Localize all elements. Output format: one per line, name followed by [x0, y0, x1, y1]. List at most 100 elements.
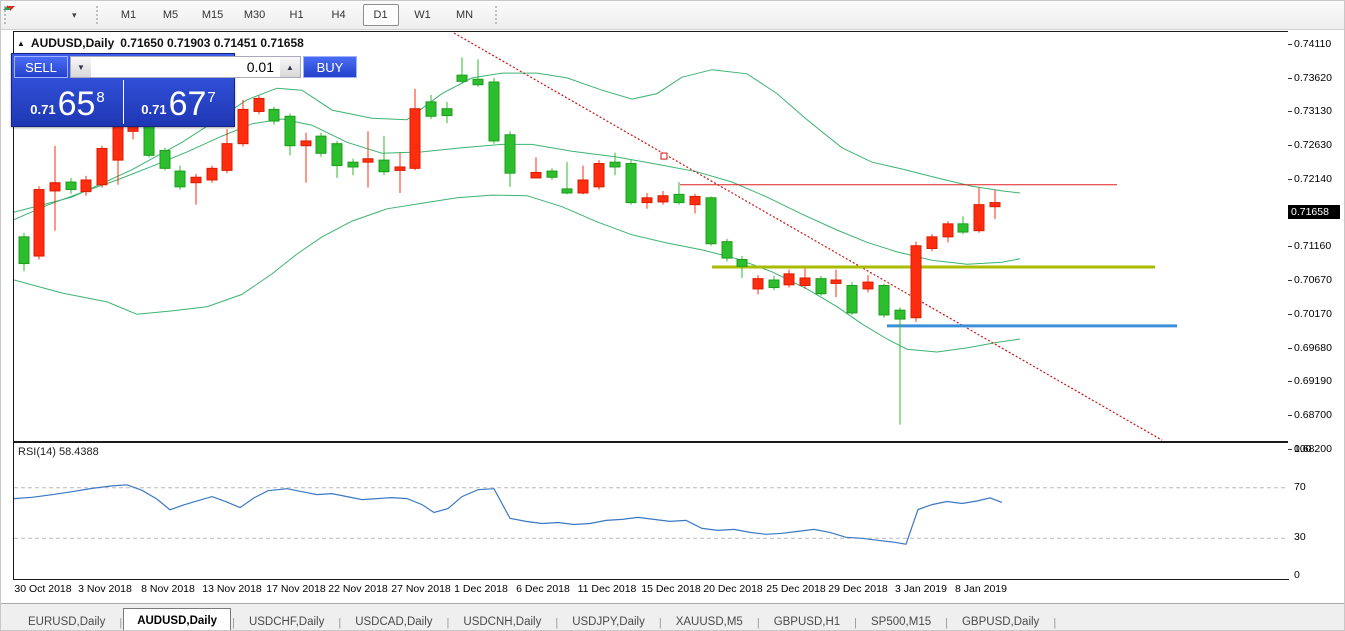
date-label: 3 Jan 2019 [895, 583, 947, 595]
sell-price-point: 8 [96, 89, 105, 106]
candle-body-up [721, 241, 733, 259]
price-axis-label: 0.69680 [1288, 341, 1332, 354]
chart-symbol-label: AUDUSD,Daily [30, 36, 115, 50]
date-label: 27 Nov 2018 [391, 583, 451, 595]
price-axis[interactable]: 0.74110 0.73620 0.73130 0.72630 0.72140 0.711… [1287, 31, 1344, 581]
chart-tab-eurusd[interactable]: EURUSD,Daily [15, 611, 118, 630]
date-label: 22 Nov 2018 [328, 583, 388, 595]
candle-body-up [159, 150, 171, 169]
candle-body-down [206, 167, 218, 181]
sell-button[interactable]: SELL [14, 56, 68, 78]
trendline-handle[interactable] [660, 152, 668, 160]
volume-decrease-button[interactable]: ▼ [71, 57, 91, 77]
candle-body-down [409, 108, 421, 169]
price-axis-label: 0.70670 [1288, 273, 1332, 286]
candle-body-down [96, 147, 108, 186]
price-axis-label: 0.72630 [1288, 139, 1332, 152]
sell-price[interactable]: 0.71 65 8 [12, 80, 123, 124]
buy-price-point: 7 [207, 89, 216, 106]
timeframe-button-m30[interactable]: M30 [237, 4, 273, 26]
timeframe-button-m1[interactable]: M1 [111, 4, 147, 26]
price-axis-label: 0.73130 [1288, 105, 1332, 118]
rsi-axis-label: 70 [1294, 480, 1306, 493]
timeframe-button-d1[interactable]: D1 [362, 4, 399, 26]
chevron-down-icon[interactable]: ▾ [72, 10, 77, 21]
chart-tab-usdjpy[interactable]: USDJPY,Daily [559, 611, 658, 630]
rsi-chart-svg[interactable] [14, 443, 1288, 579]
candle-body-down [112, 124, 124, 161]
timeframe-button-m5[interactable]: M5 [153, 4, 189, 26]
volume-input[interactable] [91, 57, 280, 77]
one-click-trade-panel: SELL ▼ ▲ BUY 0.71 65 8 0.71 67 7 [11, 53, 357, 127]
date-label: 8 Jan 2019 [955, 583, 1007, 595]
candle-body-down [237, 108, 249, 145]
candle-body-up [673, 193, 685, 204]
price-arrows-icon[interactable] [3, 4, 70, 26]
buy-button[interactable]: BUY [303, 56, 357, 78]
sell-price-prefix: 0.71 [30, 102, 56, 117]
chart-tab-usdchf[interactable]: USDCHF,Daily [236, 611, 337, 630]
panel-divider [123, 80, 124, 124]
timeframe-bar: M1 M5 M15 M30 H1 H4 D1 W1 MN [108, 4, 486, 26]
timeframe-toolbar: ▾ M1 M5 M15 M30 H1 H4 D1 W1 MN [1, 1, 1344, 30]
date-label: 11 Dec 2018 [577, 583, 637, 595]
price-axis-label: 0.71160 [1287, 240, 1332, 253]
candle-body-up [625, 163, 637, 204]
candle-body-down [190, 176, 202, 184]
chart-tab-sp500[interactable]: SP500,M15 [858, 611, 944, 630]
candle-body-down [989, 202, 1001, 208]
price-axis-label: 0.73620 [1288, 71, 1332, 84]
date-label: 20 Dec 2018 [703, 583, 763, 595]
candle-body-down [80, 179, 92, 193]
candle-body-up [65, 181, 77, 191]
candle-body-up [815, 278, 827, 295]
candle-body-up [736, 258, 748, 267]
volume-stepper: ▼ ▲ [70, 56, 301, 78]
date-label: 25 Dec 2018 [766, 583, 826, 595]
candle-body-up [378, 159, 390, 173]
candle-body-up [846, 285, 858, 314]
timeframe-button-w1[interactable]: W1 [405, 4, 441, 26]
bollinger-middle-band [14, 118, 1021, 265]
chart-tab-usdcnh[interactable]: USDCNH,Daily [450, 611, 554, 630]
buy-price-prefix: 0.71 [141, 102, 167, 117]
tab-separator: | [446, 617, 450, 629]
current-price-tag: 0.71658 [1288, 205, 1340, 219]
rsi-axis-label: 0 [1294, 569, 1300, 581]
collapse-triangle-icon[interactable]: ▲ [17, 39, 25, 48]
tab-separator: | [1053, 617, 1057, 629]
descending-trendline[interactable] [453, 32, 1163, 441]
timeframe-button-h4[interactable]: H4 [321, 4, 357, 26]
date-label: 6 Dec 2018 [516, 583, 570, 595]
candle-body-up [488, 81, 500, 142]
candle-body-up [347, 161, 359, 168]
toolbar-separator [94, 5, 100, 25]
candle-body-down [926, 236, 938, 250]
candle-body-down [221, 143, 233, 171]
candle-body-up [284, 115, 296, 147]
candle-body-up [768, 279, 780, 289]
candle-body-up [894, 309, 906, 320]
date-label: 30 Oct 2018 [14, 583, 72, 595]
volume-increase-button[interactable]: ▲ [280, 57, 300, 77]
terminal-window: ▾ M1 M5 M15 M30 H1 H4 D1 W1 MN ▲ AUDUSD,Daily 0.… [0, 0, 1345, 631]
chart-tab-xauusd[interactable]: XAUUSD,M5 [663, 611, 756, 630]
price-axis-label: 0.74110 [1287, 38, 1332, 50]
time-axis[interactable]: 30 Oct 2018 3 Nov 2018 8 Nov 2018 13 Nov 20… [13, 580, 1287, 600]
price-axis-label: 0.70170 [1288, 307, 1332, 320]
timeframe-button-m15[interactable]: M15 [195, 4, 231, 26]
chart-tab-audusd[interactable]: AUDUSD,Daily [123, 608, 232, 630]
candle-body-down [300, 140, 312, 147]
candle-body-down [530, 171, 542, 179]
chart-tab-gbpusd[interactable]: GBPUSD,H1 [761, 611, 853, 630]
date-label: 15 Dec 2018 [641, 583, 701, 595]
date-label: 8 Nov 2018 [141, 583, 195, 595]
timeframe-button-mn[interactable]: MN [447, 4, 483, 26]
chart-tab-gbpusd[interactable]: GBPUSD,Daily [949, 611, 1052, 630]
toolbar-separator [493, 5, 499, 25]
timeframe-button-h1[interactable]: H1 [279, 4, 315, 26]
chart-tab-usdcad[interactable]: USDCAD,Daily [342, 611, 445, 630]
candle-body-down [657, 195, 669, 203]
rsi-subwindow[interactable] [13, 442, 1289, 580]
buy-price[interactable]: 0.71 67 7 [123, 80, 234, 124]
